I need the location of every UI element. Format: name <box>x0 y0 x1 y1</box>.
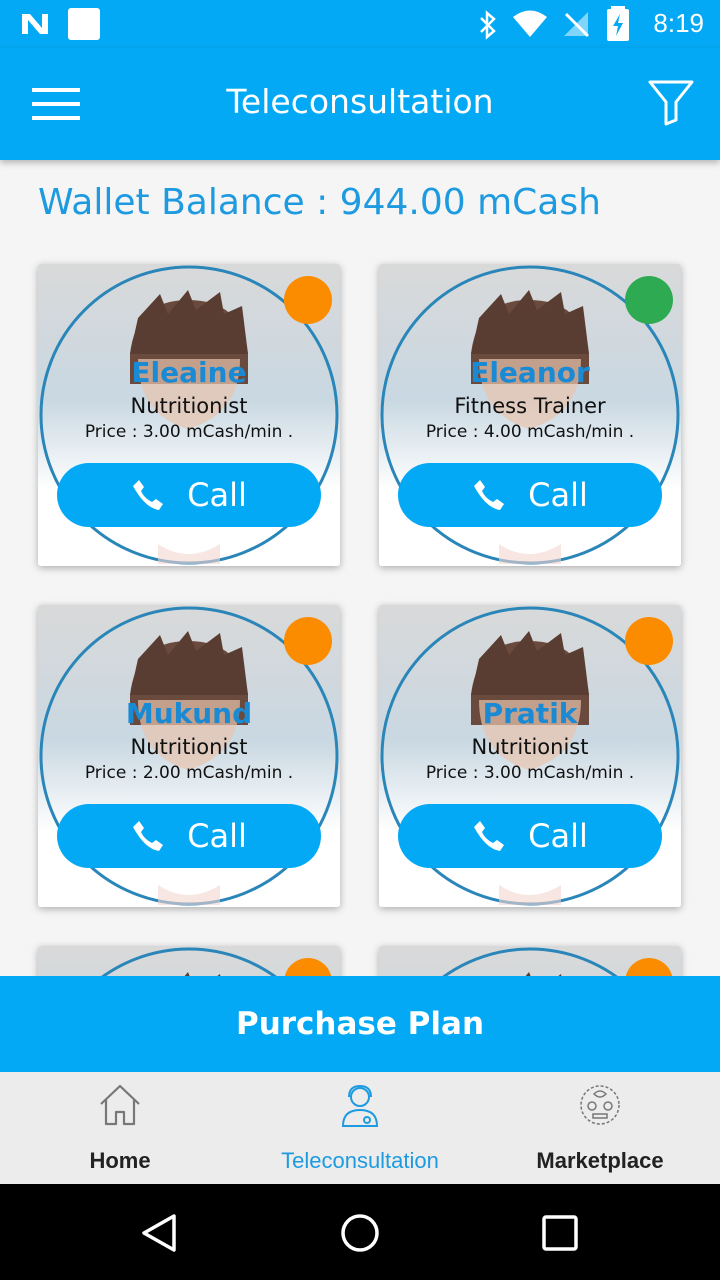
consultant-card[interactable]: Eleanor Fitness Trainer Price : 4.00 mCash… <box>379 264 681 566</box>
availability-status-dot <box>625 617 673 665</box>
consultant-price: Price : 3.00 mCash/min . <box>425 763 635 783</box>
battery-icon <box>607 6 629 41</box>
nav-item-home[interactable]: Home <box>0 1072 240 1184</box>
home-icon <box>100 1084 140 1126</box>
purchase-plan-button[interactable]: Purchase Plan <box>0 976 720 1072</box>
consultant-card[interactable]: Pratik Nutritionist Price : 3.00 mCash/min… <box>379 605 681 907</box>
availability-status-dot <box>284 617 332 665</box>
call-button[interactable]: Call <box>57 463 321 527</box>
consultant-name: Pratik <box>482 697 578 730</box>
wifi-icon <box>513 10 547 37</box>
consultant-role: Nutritionist <box>130 735 248 759</box>
consultant-price: Price : 3.00 mCash/min . <box>84 422 294 442</box>
consultant-price: Price : 4.00 mCash/min . <box>425 422 635 442</box>
consultant-name: Eleaine <box>131 356 247 389</box>
call-button[interactable]: Call <box>398 463 662 527</box>
call-button-label: Call <box>187 476 247 514</box>
call-button[interactable]: Call <box>57 804 321 868</box>
status-bar: 8:19 <box>0 0 720 48</box>
consultant-role: Nutritionist <box>130 394 248 418</box>
recents-icon[interactable] <box>539 1212 581 1254</box>
call-button-label: Call <box>528 817 588 855</box>
consultant-name: Eleanor <box>470 356 590 389</box>
app-bar: Teleconsultation <box>0 48 720 160</box>
filter-icon[interactable] <box>648 78 694 126</box>
phone-icon <box>133 480 164 510</box>
call-button[interactable]: Call <box>398 804 662 868</box>
consultant-card[interactable]: Eleaine Nutritionist Price : 3.00 mCash/mi… <box>38 264 340 566</box>
availability-status-dot <box>625 276 673 324</box>
notification-square-icon <box>68 8 100 40</box>
consultant-role: Fitness Trainer <box>454 394 606 418</box>
call-button-label: Call <box>187 817 247 855</box>
phone-icon <box>474 480 505 510</box>
bluetooth-icon <box>480 10 496 40</box>
nav-label-home: Home <box>89 1148 151 1173</box>
bottom-nav: Home Teleconsultation Marketplace <box>0 1072 720 1184</box>
nav-item-marketplace[interactable]: Marketplace <box>480 1072 720 1184</box>
wallet-balance: Wallet Balance : 944.00 mCash <box>38 182 601 223</box>
notification-n-icon <box>22 14 48 34</box>
clock: 8:19 <box>653 8 704 38</box>
consultant-card[interactable]: Mukund Nutritionist Price : 2.00 mCash/min… <box>38 605 340 907</box>
back-icon[interactable] <box>138 1212 180 1254</box>
nav-label-teleconsultation: Teleconsultation <box>281 1148 439 1173</box>
signal-icon <box>564 12 590 38</box>
page-title: Teleconsultation <box>226 82 494 121</box>
consultant-name: Mukund <box>125 697 253 730</box>
call-button-label: Call <box>528 476 588 514</box>
phone-icon <box>133 821 164 851</box>
phone-icon <box>474 821 505 851</box>
nav-label-marketplace: Marketplace <box>536 1148 664 1173</box>
availability-status-dot <box>284 276 332 324</box>
consultant-role: Nutritionist <box>471 735 589 759</box>
home-circle-icon[interactable] <box>339 1212 381 1254</box>
doctor-icon <box>341 1084 379 1127</box>
nav-item-teleconsultation[interactable]: Teleconsultation <box>240 1072 480 1184</box>
system-navigation-bar <box>0 1184 720 1280</box>
marketplace-icon <box>580 1085 620 1125</box>
consultant-price: Price : 2.00 mCash/min . <box>84 763 294 783</box>
